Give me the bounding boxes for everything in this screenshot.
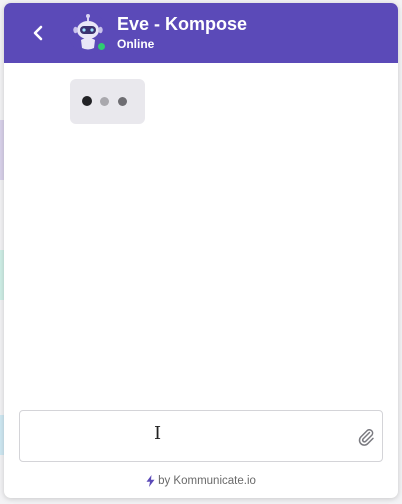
- typing-dot: [82, 96, 92, 106]
- agent-name: Eve - Kompose: [117, 14, 248, 34]
- text-cursor-icon: I: [154, 423, 162, 444]
- typing-dot: [100, 97, 109, 106]
- online-status-dot: [96, 41, 107, 52]
- chevron-left-icon: [33, 25, 43, 41]
- message-input[interactable]: [30, 421, 350, 453]
- powered-by[interactable]: by Kommunicate.io: [4, 475, 398, 487]
- paperclip-icon[interactable]: [356, 427, 376, 447]
- chat-widget: Eve - Kompose Online I by Kommunicate.io: [4, 3, 398, 498]
- lightning-icon: [146, 475, 155, 487]
- typing-dot: [118, 97, 127, 106]
- chat-header: Eve - Kompose Online: [4, 3, 398, 63]
- typing-indicator: [70, 79, 145, 124]
- message-composer: I: [19, 410, 383, 462]
- agent-status: Online: [117, 37, 155, 51]
- back-button[interactable]: [24, 19, 52, 47]
- powered-by-text: by Kommunicate.io: [158, 475, 256, 487]
